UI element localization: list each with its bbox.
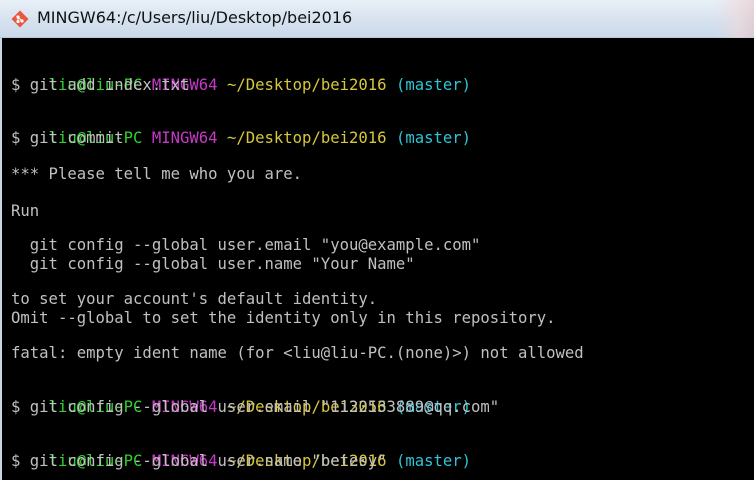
command-line: $ git commit [11,129,124,147]
error-line: fatal: empty ident name (for <liu@liu-PC… [11,344,584,362]
prompt-line: liu@liu-PC MINGW64 ~/Desktop/bei2016 (ma… [11,434,472,470]
background-window-edge [714,0,754,38]
output-line: Run [11,202,40,220]
prompt-line: liu@liu-PC MINGW64 ~/Desktop/bei2016 (ma… [11,380,472,416]
prompt-branch: (master) [395,452,472,470]
command-line: $ git config --global user.name "betesy" [11,452,387,470]
command-line: $ git config --global user.email "113253… [11,398,500,416]
prompt-branch: (master) [395,129,472,147]
prompt-path: ~/Desktop/bei2016 [226,129,387,147]
git-bash-icon [11,10,29,28]
terminal-area[interactable]: liu@liu-PC MINGW64 ~/Desktop/bei2016 (ma… [0,38,754,480]
command-line: $ git add index.txt [11,76,190,94]
prompt-line: liu@liu-PC MINGW64 ~/Desktop/bei2016 (ma… [11,111,472,147]
output-line: to set your account's default identity. [11,290,378,308]
prompt-branch: (master) [395,76,472,94]
prompt-path: ~/Desktop/bei2016 [226,76,387,94]
prompt-line: liu@liu-PC MINGW64 ~/Desktop/bei2016 (ma… [11,58,472,94]
output-line: git config --global user.name "Your Name… [11,255,415,273]
prompt-env: MINGW64 [151,129,218,147]
output-line: git config --global user.email "you@exam… [11,236,481,254]
output-line: *** Please tell me who you are. [11,165,303,183]
window-titlebar[interactable]: MINGW64:/c/Users/liu/Desktop/bei2016 [0,0,754,38]
window-title: MINGW64:/c/Users/liu/Desktop/bei2016 [37,8,353,27]
output-line: Omit --global to set the identity only i… [11,309,556,327]
